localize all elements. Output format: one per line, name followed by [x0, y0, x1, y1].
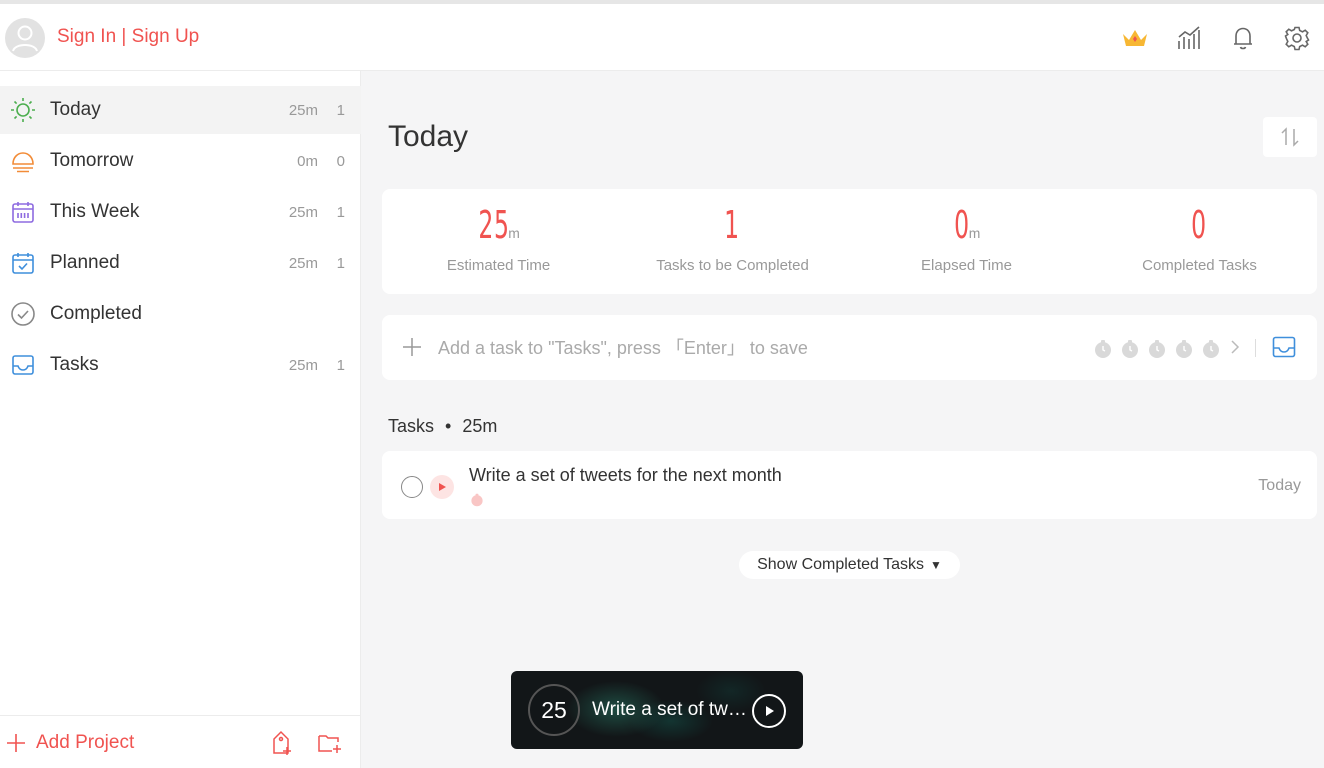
- pomodoro-estimate-icon[interactable]: [1147, 339, 1167, 359]
- sidebar-item-count: 0: [336, 152, 345, 170]
- show-completed-button[interactable]: Show Completed Tasks ▼: [739, 551, 960, 579]
- chevron-right-icon[interactable]: [1229, 337, 1241, 357]
- stat-label: Elapsed Time: [921, 257, 1012, 274]
- play-icon: [766, 706, 774, 716]
- sidebar-item-tasks[interactable]: Tasks 25m 1: [0, 341, 361, 389]
- sign-in-link[interactable]: Sign In | Sign Up: [57, 26, 199, 48]
- stat-value: 25m: [478, 203, 522, 247]
- user-icon: [12, 25, 38, 52]
- sidebar-item-tomorrow[interactable]: Tomorrow 0m 0: [0, 137, 361, 185]
- statistics-icon[interactable]: [1174, 23, 1204, 53]
- pomodoro-estimate-icon[interactable]: [1093, 339, 1113, 359]
- play-icon: [439, 483, 446, 491]
- sunrise-icon: [10, 149, 36, 173]
- check-circle-icon: [10, 302, 36, 326]
- inbox-icon[interactable]: [1272, 336, 1296, 358]
- sidebar-item-time: 0m: [297, 152, 318, 170]
- pomodoro-icon: [471, 493, 483, 507]
- add-task-input[interactable]: [438, 335, 1058, 361]
- section-header: Tasks • 25m: [388, 416, 497, 437]
- sidebar-item-planned[interactable]: Planned 25m 1: [0, 239, 361, 287]
- pomodoro-estimate-icon[interactable]: [1174, 339, 1194, 359]
- stat-label: Estimated Time: [446, 257, 551, 274]
- sidebar-item-count: 1: [336, 203, 345, 221]
- sort-button[interactable]: [1263, 117, 1317, 157]
- task-row[interactable]: Write a set of tweets for the next month…: [382, 451, 1317, 519]
- stat-label: Completed Tasks: [1142, 257, 1257, 274]
- add-task-bar: [382, 315, 1317, 380]
- sidebar-item-label: Tomorrow: [50, 150, 134, 171]
- add-project-button[interactable]: Add Project: [6, 732, 134, 754]
- stat-completed-tasks: 0 Completed Tasks: [1083, 189, 1316, 294]
- stat-value: 1: [724, 203, 740, 247]
- add-project-label: Add Project: [36, 732, 135, 753]
- sidebar-item-label: Today: [50, 99, 101, 120]
- timer-minutes: 25: [528, 684, 580, 736]
- sidebar-item-completed[interactable]: Completed: [0, 290, 361, 338]
- sidebar-item-count: 1: [336, 356, 345, 374]
- stat-label: Tasks to be Completed: [656, 257, 809, 274]
- task-title: Write a set of tweets for the next month: [469, 465, 782, 485]
- task-complete-checkbox[interactable]: [401, 476, 423, 498]
- sidebar-item-label: Completed: [50, 303, 142, 324]
- sidebar-item-time: 25m: [288, 254, 318, 272]
- gear-icon[interactable]: [1282, 23, 1312, 53]
- sort-icon: [1281, 127, 1299, 147]
- caret-down-icon: ▼: [930, 558, 942, 572]
- avatar[interactable]: [5, 18, 45, 58]
- plus-icon: [7, 734, 25, 752]
- add-folder-icon[interactable]: [316, 729, 344, 757]
- sidebar: Today 25m 1 Tomorrow 0m 0 This Week 25m …: [0, 71, 361, 768]
- task-due-date: Today: [1258, 477, 1301, 494]
- task-start-button[interactable]: [430, 475, 454, 499]
- stat-value: 0m: [954, 203, 982, 247]
- stat-tasks-to-complete: 1 Tasks to be Completed: [616, 189, 849, 294]
- sidebar-item-today[interactable]: Today 25m 1: [0, 86, 361, 134]
- stat-estimated-time: 25m Estimated Time: [382, 189, 615, 294]
- sidebar-item-time: 25m: [288, 203, 318, 221]
- page-title: Today: [388, 120, 469, 153]
- sidebar-item-label: This Week: [50, 201, 140, 222]
- sidebar-item-count: 1: [336, 101, 345, 119]
- section-separator: •: [445, 416, 452, 436]
- bell-icon[interactable]: [1228, 23, 1258, 53]
- calendar-check-icon: [10, 251, 36, 275]
- section-time: 25m: [462, 416, 498, 436]
- timer-play-button[interactable]: [752, 694, 786, 728]
- divider: [1255, 339, 1256, 357]
- sun-icon: [10, 98, 36, 122]
- inbox-icon: [10, 353, 36, 377]
- sidebar-item-time: 25m: [288, 101, 318, 119]
- floating-timer[interactable]: 25 Write a set of tweets for the next mo…: [511, 671, 803, 749]
- plus-icon[interactable]: [402, 337, 422, 357]
- sidebar-item-this-week[interactable]: This Week 25m 1: [0, 188, 361, 236]
- sidebar-item-label: Planned: [50, 252, 120, 273]
- sidebar-item-count: 1: [336, 254, 345, 272]
- show-completed-label: Show Completed Tasks: [757, 556, 924, 573]
- pomodoro-estimate-icon[interactable]: [1201, 339, 1221, 359]
- stats-panel: 25m Estimated Time 1 Tasks to be Complet…: [382, 189, 1317, 294]
- top-header: Sign In | Sign Up: [0, 4, 1324, 71]
- crown-icon[interactable]: [1120, 23, 1150, 53]
- stat-elapsed-time: 0m Elapsed Time: [850, 189, 1083, 294]
- section-name: Tasks: [388, 416, 435, 436]
- calendar-week-icon: [10, 200, 36, 224]
- add-tag-icon[interactable]: [268, 729, 296, 757]
- pomodoro-estimate-icon[interactable]: [1120, 339, 1140, 359]
- timer-task-title: Write a set of tweets for the next month: [592, 699, 752, 720]
- stat-value: 0: [1191, 203, 1207, 247]
- sidebar-item-label: Tasks: [50, 354, 99, 375]
- sidebar-item-time: 25m: [288, 356, 318, 374]
- sidebar-footer: Add Project: [0, 715, 361, 768]
